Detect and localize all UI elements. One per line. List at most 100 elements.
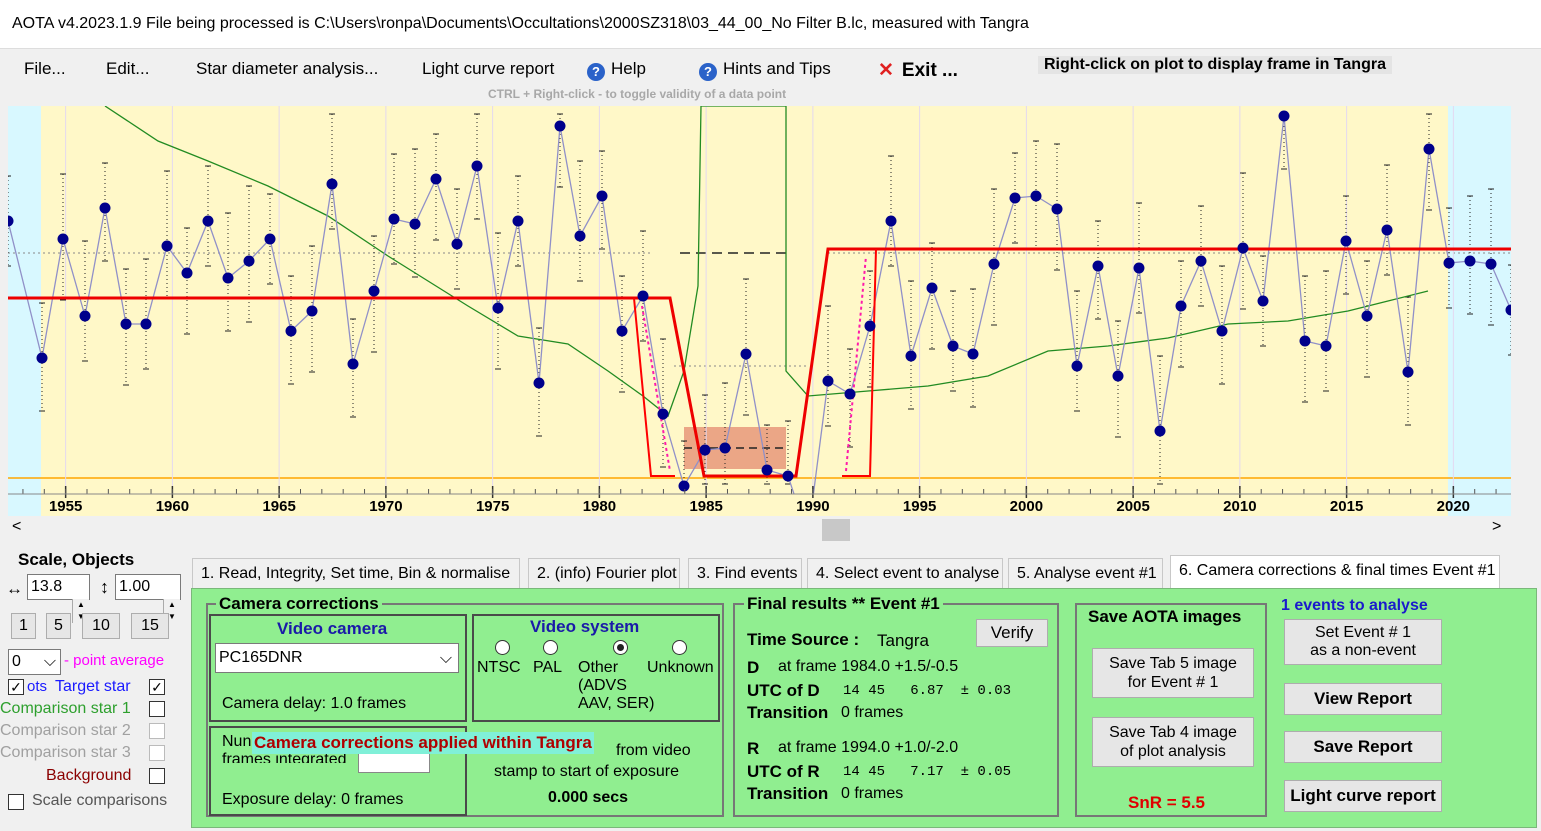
data-point[interactable] [388, 213, 400, 225]
tab-fourier-plot[interactable]: 2. (info) Fourier plot [528, 558, 680, 588]
data-point[interactable] [99, 202, 111, 214]
data-point[interactable] [926, 282, 938, 294]
data-point[interactable] [864, 320, 876, 332]
data-point[interactable] [1112, 370, 1124, 382]
radio-ntsc[interactable] [495, 640, 510, 655]
data-point[interactable] [1071, 360, 1083, 372]
data-point[interactable] [347, 358, 359, 370]
horizontal-scale-stepper[interactable]: 13.8 ▲ ▼ [27, 574, 90, 623]
data-point[interactable] [905, 350, 917, 362]
data-point[interactable] [616, 325, 628, 337]
data-point[interactable] [822, 375, 834, 387]
data-point[interactable] [1195, 255, 1207, 267]
radio-pal[interactable] [543, 640, 558, 655]
data-point[interactable] [512, 215, 524, 227]
data-point[interactable] [678, 480, 690, 492]
menu-exit[interactable]: ✕ Exit ... [878, 59, 958, 82]
data-point[interactable] [1216, 325, 1228, 337]
radio-other[interactable] [613, 640, 628, 655]
point-average-select[interactable]: 0 ⌵ [8, 649, 61, 675]
data-point[interactable] [1340, 235, 1352, 247]
data-point[interactable] [140, 318, 152, 330]
data-point[interactable] [596, 190, 608, 202]
data-point[interactable] [574, 230, 586, 242]
data-point[interactable] [554, 120, 566, 132]
data-point[interactable] [740, 348, 752, 360]
data-point[interactable] [947, 340, 959, 352]
data-point[interactable] [471, 160, 483, 172]
data-point[interactable] [409, 218, 421, 230]
light-curve-report-button[interactable]: Light curve report [1284, 780, 1442, 812]
scale-button-15[interactable]: 15 [131, 613, 169, 639]
scroll-left-arrow[interactable]: < [12, 518, 21, 536]
data-point[interactable] [306, 305, 318, 317]
save-tab4-image-button[interactable]: Save Tab 4 image of plot analysis [1092, 717, 1254, 767]
scroll-thumb[interactable] [822, 519, 850, 541]
save-tab5-image-button[interactable]: Save Tab 5 image for Event # 1 [1092, 648, 1254, 698]
tab-camera-corrections[interactable]: 6. Camera corrections & final times Even… [1170, 555, 1500, 588]
comparison-star-3-checkbox[interactable] [149, 745, 165, 761]
radio-unknown[interactable] [672, 640, 687, 655]
plot-horizontal-scrollbar[interactable]: < > [8, 517, 1511, 543]
data-point[interactable] [1381, 224, 1393, 236]
data-point[interactable] [761, 464, 773, 476]
comparison-star-2-checkbox[interactable] [149, 723, 165, 739]
data-point[interactable] [1485, 258, 1497, 270]
data-point[interactable] [451, 238, 463, 250]
dots-checkbox[interactable]: ✓ [8, 679, 24, 695]
data-point[interactable] [699, 444, 711, 456]
scale-button-1[interactable]: 1 [11, 613, 36, 639]
frames-integrated-input[interactable] [358, 753, 430, 773]
data-point[interactable] [285, 325, 297, 337]
scale-button-10[interactable]: 10 [82, 613, 120, 639]
menu-edit[interactable]: Edit... [106, 59, 149, 79]
save-report-button[interactable]: Save Report [1284, 731, 1442, 763]
data-point[interactable] [161, 240, 173, 252]
data-point[interactable] [202, 215, 214, 227]
tab-read-integrity[interactable]: 1. Read, Integrity, Set time, Bin & norm… [192, 558, 520, 588]
data-point[interactable] [1009, 192, 1021, 204]
data-point[interactable] [719, 442, 731, 454]
data-point[interactable] [533, 377, 545, 389]
tab-find-events[interactable]: 3. Find events [688, 558, 802, 588]
view-report-button[interactable]: View Report [1284, 683, 1442, 715]
menu-file[interactable]: File... [24, 59, 66, 79]
target-star-checkbox[interactable]: ✓ [149, 679, 165, 695]
data-point[interactable] [988, 258, 1000, 270]
scale-comparisons-checkbox[interactable] [8, 794, 24, 810]
menu-hints[interactable]: ? Hints and Tips [699, 59, 831, 81]
menu-light-curve-report[interactable]: Light curve report [422, 59, 554, 79]
tab-analyse-event[interactable]: 5. Analyse event #1 [1008, 558, 1163, 588]
data-point[interactable] [1402, 366, 1414, 378]
data-point[interactable] [1051, 203, 1063, 215]
data-point[interactable] [637, 290, 649, 302]
data-point[interactable] [368, 285, 380, 297]
data-point[interactable] [1257, 295, 1269, 307]
data-point[interactable] [657, 408, 669, 420]
data-point[interactable] [1237, 242, 1249, 254]
set-non-event-button[interactable]: Set Event # 1 as a non-event [1284, 619, 1442, 665]
data-point[interactable] [885, 215, 897, 227]
data-point[interactable] [1175, 300, 1187, 312]
camera-model-select[interactable]: PC165DNR ⌵ [215, 643, 459, 673]
data-point[interactable] [430, 173, 442, 185]
data-point[interactable] [1361, 310, 1373, 322]
data-point[interactable] [1443, 257, 1455, 269]
comparison-star-1-checkbox[interactable] [149, 701, 165, 717]
scroll-right-arrow[interactable]: > [1492, 518, 1501, 536]
data-point[interactable] [57, 233, 69, 245]
data-point[interactable] [181, 267, 193, 279]
data-point[interactable] [120, 318, 132, 330]
data-point[interactable] [1299, 335, 1311, 347]
data-point[interactable] [222, 272, 234, 284]
data-point[interactable] [844, 388, 856, 400]
data-point[interactable] [79, 310, 91, 322]
data-point[interactable] [1423, 143, 1435, 155]
menu-star-diameter[interactable]: Star diameter analysis... [196, 59, 378, 79]
data-point[interactable] [264, 233, 276, 245]
data-point[interactable] [967, 348, 979, 360]
tab-select-event[interactable]: 4. Select event to analyse [807, 558, 1003, 588]
data-point[interactable] [36, 352, 48, 364]
data-point[interactable] [1154, 425, 1166, 437]
data-point[interactable] [326, 178, 338, 190]
